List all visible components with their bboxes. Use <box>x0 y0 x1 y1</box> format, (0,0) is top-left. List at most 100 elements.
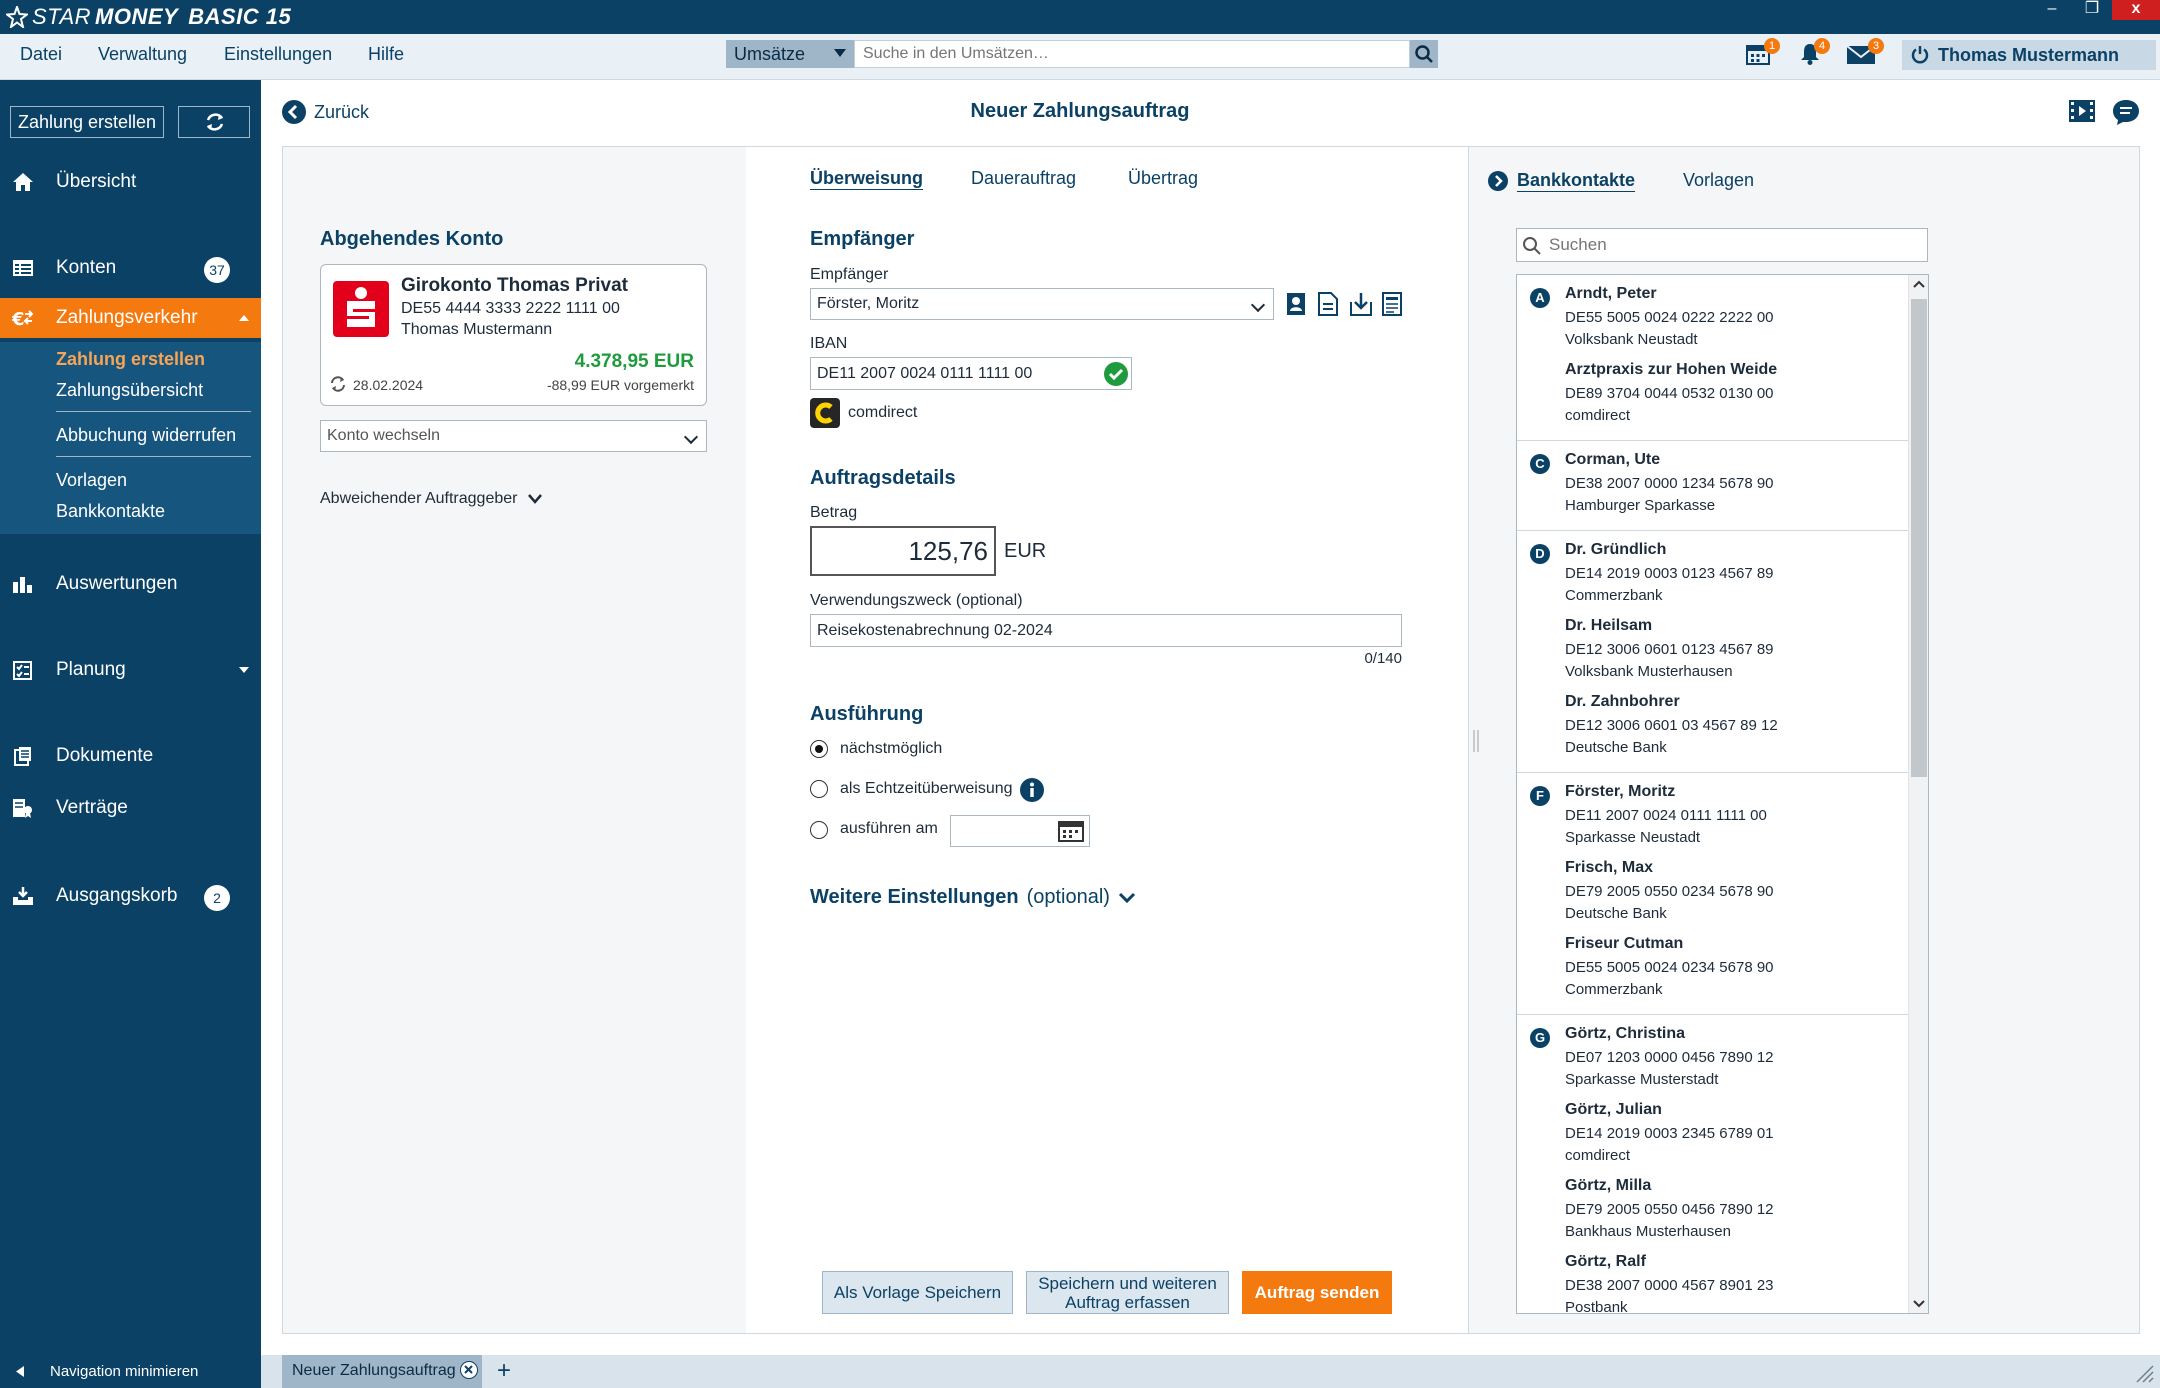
nav-konten[interactable]: Konten 37 <box>0 248 261 288</box>
search-category-select[interactable]: Umsätze <box>726 40 854 68</box>
nav-auswertungen[interactable]: Auswertungen <box>0 564 261 604</box>
tab-uebertrag[interactable]: Übertrag <box>1128 168 1198 189</box>
chevron-down-icon <box>1250 297 1266 313</box>
menu-datei[interactable]: Datei <box>20 44 62 65</box>
contact-list-scrollbar[interactable] <box>1908 275 1928 1313</box>
chevron-right-circle-icon[interactable] <box>1488 171 1508 191</box>
more-settings-label: Weitere Einstellungen <box>810 886 1019 908</box>
contact-search-field[interactable] <box>1516 228 1928 262</box>
contact-item[interactable]: Görtz, Julian DE14 2019 0003 2345 6789 01… <box>1565 1101 1905 1167</box>
subnav-bankkontakte[interactable]: Bankkontakte <box>56 501 165 522</box>
contact-item[interactable]: Arndt, Peter DE55 5005 0024 0222 2222 00 V… <box>1565 285 1905 351</box>
save-and-new-label-1: Speichern und weiteren <box>1038 1274 1217 1293</box>
document-tab[interactable]: Neuer Zahlungsauftrag <box>282 1355 482 1388</box>
currency-label: EUR <box>1004 540 1047 562</box>
contact-item[interactable]: Dr. Gründlich DE14 2019 0003 0123 4567 89… <box>1565 541 1905 607</box>
contact-iban: DE11 2007 0024 0111 1111 00 <box>1565 807 1767 824</box>
chat-bubble-icon <box>2113 100 2139 125</box>
contact-bank: Sparkasse Neustadt <box>1565 829 1701 846</box>
subnav-zahlung-erstellen[interactable]: Zahlung erstellen <box>56 349 205 370</box>
subnav-abbuchung-widerrufen[interactable]: Abbuchung widerrufen <box>56 425 236 446</box>
nav-vertraege[interactable]: Verträge <box>0 788 261 828</box>
close-tab-button[interactable] <box>460 1361 478 1379</box>
contact-name: Corman, Ute <box>1565 451 1661 468</box>
exec-instant-radio[interactable] <box>810 780 828 798</box>
recipient-select[interactable]: Förster, Moritz <box>810 288 1274 320</box>
import-icon[interactable] <box>1350 292 1372 316</box>
tab-vorlagen[interactable]: Vorlagen <box>1683 170 1754 191</box>
contact-item[interactable]: Corman, Ute DE38 2007 0000 1234 5678 90 Ha… <box>1565 451 1905 517</box>
contact-item[interactable]: Dr. Heilsam DE12 3006 0601 0123 4567 89 Vo… <box>1565 617 1905 683</box>
contact-iban: DE12 3006 0601 0123 4567 89 <box>1565 641 1774 658</box>
contact-bank: Deutsche Bank <box>1565 905 1667 922</box>
video-help-button[interactable] <box>2068 98 2096 126</box>
amount-input[interactable] <box>810 526 996 576</box>
chevron-down-icon <box>1118 892 1136 903</box>
contact-iban: DE55 5005 0024 0234 5678 90 <box>1565 959 1774 976</box>
contact-bank: Postbank <box>1565 1299 1628 1314</box>
nav-uebersicht[interactable]: Übersicht <box>0 162 261 202</box>
restore-window-button[interactable]: ❐ <box>2072 0 2112 20</box>
new-tab-button[interactable]: + <box>492 1357 516 1385</box>
subnav-zahlungsuebersicht[interactable]: Zahlungsübersicht <box>56 380 203 401</box>
notifications-button[interactable]: 4 <box>1798 38 1830 70</box>
tab-bankkontakte[interactable]: Bankkontakte <box>1517 170 1635 191</box>
invoice-icon[interactable] <box>1382 292 1402 316</box>
user-button[interactable]: Thomas Mustermann <box>1902 40 2156 70</box>
documents-icon <box>14 747 31 766</box>
contact-item[interactable]: Arztpraxis zur Hohen Weide DE89 3704 0044… <box>1565 361 1905 427</box>
info-icon[interactable] <box>1020 778 1044 802</box>
more-settings-toggle[interactable]: Weitere Einstellungen (optional) <box>810 886 1136 909</box>
calendar-picker-icon[interactable] <box>1058 820 1084 842</box>
send-order-button[interactable]: Auftrag senden <box>1242 1271 1392 1314</box>
contact-item[interactable]: Friseur Cutman DE55 5005 0024 0234 5678 9… <box>1565 935 1905 1001</box>
tab-dauerauftrag[interactable]: Dauerauftrag <box>971 168 1076 189</box>
contact-search-input[interactable] <box>1549 231 1919 259</box>
nav-zahlungsverkehr[interactable]: € Zahlungsverkehr <box>0 298 261 338</box>
contact-item[interactable]: Görtz, Ralf DE38 2007 0000 4567 8901 23 Po… <box>1565 1253 1905 1314</box>
resize-grip-icon[interactable] <box>2134 1363 2154 1383</box>
exec-date-radio[interactable] <box>810 821 828 839</box>
tab-ueberweisung[interactable]: Überweisung <box>810 168 923 189</box>
contact-item[interactable]: Förster, Moritz DE11 2007 0024 0111 1111 … <box>1565 783 1905 849</box>
nav-planung[interactable]: Planung <box>0 650 261 690</box>
nav-ausgangskorb[interactable]: Ausgangskorb 2 <box>0 876 261 916</box>
contact-item[interactable]: Dr. Zahnbohrer DE12 3006 0601 03 4567 89 … <box>1565 693 1905 759</box>
nav-dokumente[interactable]: Dokumente <box>0 736 261 776</box>
scroll-up-icon[interactable] <box>1912 279 1926 289</box>
caret-left-icon <box>16 1366 24 1377</box>
app-logo: STAR MONEY BASIC 15 <box>6 4 291 30</box>
panel-splitter-handle[interactable] <box>1472 730 1480 752</box>
menu-hilfe[interactable]: Hilfe <box>368 44 404 65</box>
chat-help-button[interactable] <box>2112 98 2140 126</box>
minimize-window-button[interactable]: – <box>2032 0 2072 20</box>
account-card[interactable]: Girokonto Thomas Privat DE55 4444 3333 2… <box>320 264 707 406</box>
subnav-vorlagen[interactable]: Vorlagen <box>56 470 127 491</box>
save-as-template-button[interactable]: Als Vorlage Speichern <box>822 1271 1013 1314</box>
iban-input[interactable] <box>810 357 1132 390</box>
calendar-button[interactable]: 1 <box>1746 38 1780 70</box>
contact-item[interactable]: Görtz, Milla DE79 2005 0550 0456 7890 12 B… <box>1565 1177 1905 1243</box>
save-and-new-button[interactable]: Speichern und weiteren Auftrag erfassen <box>1026 1271 1229 1314</box>
exec-next-possible-radio[interactable] <box>810 740 828 758</box>
other-payer-toggle[interactable]: Abweichender Auftraggeber <box>320 490 543 508</box>
global-search-input[interactable] <box>854 40 1410 68</box>
back-button[interactable]: Zurück <box>282 100 369 124</box>
search-button[interactable] <box>1410 40 1438 68</box>
sync-icon <box>331 376 345 392</box>
address-book-icon[interactable] <box>1286 292 1306 316</box>
search-icon <box>1523 237 1541 255</box>
document-icon[interactable] <box>1318 292 1338 316</box>
minimize-navigation-button[interactable]: Navigation minimieren <box>0 1355 261 1388</box>
switch-account-select[interactable]: Konto wechseln <box>320 420 707 452</box>
purpose-input[interactable] <box>810 614 1402 647</box>
contact-item[interactable]: Görtz, Christina DE07 1203 0000 0456 7890… <box>1565 1025 1905 1091</box>
contact-item[interactable]: Frisch, Max DE79 2005 0550 0234 5678 90 De… <box>1565 859 1905 925</box>
menu-einstellungen[interactable]: Einstellungen <box>224 44 332 65</box>
accounts-icon <box>13 260 33 276</box>
scroll-down-icon[interactable] <box>1912 1299 1926 1309</box>
close-window-button[interactable]: x <box>2112 0 2160 20</box>
messages-button[interactable]: 3 <box>1846 38 1884 70</box>
menu-verwaltung[interactable]: Verwaltung <box>98 44 187 65</box>
scroll-thumb[interactable] <box>1911 299 1927 777</box>
